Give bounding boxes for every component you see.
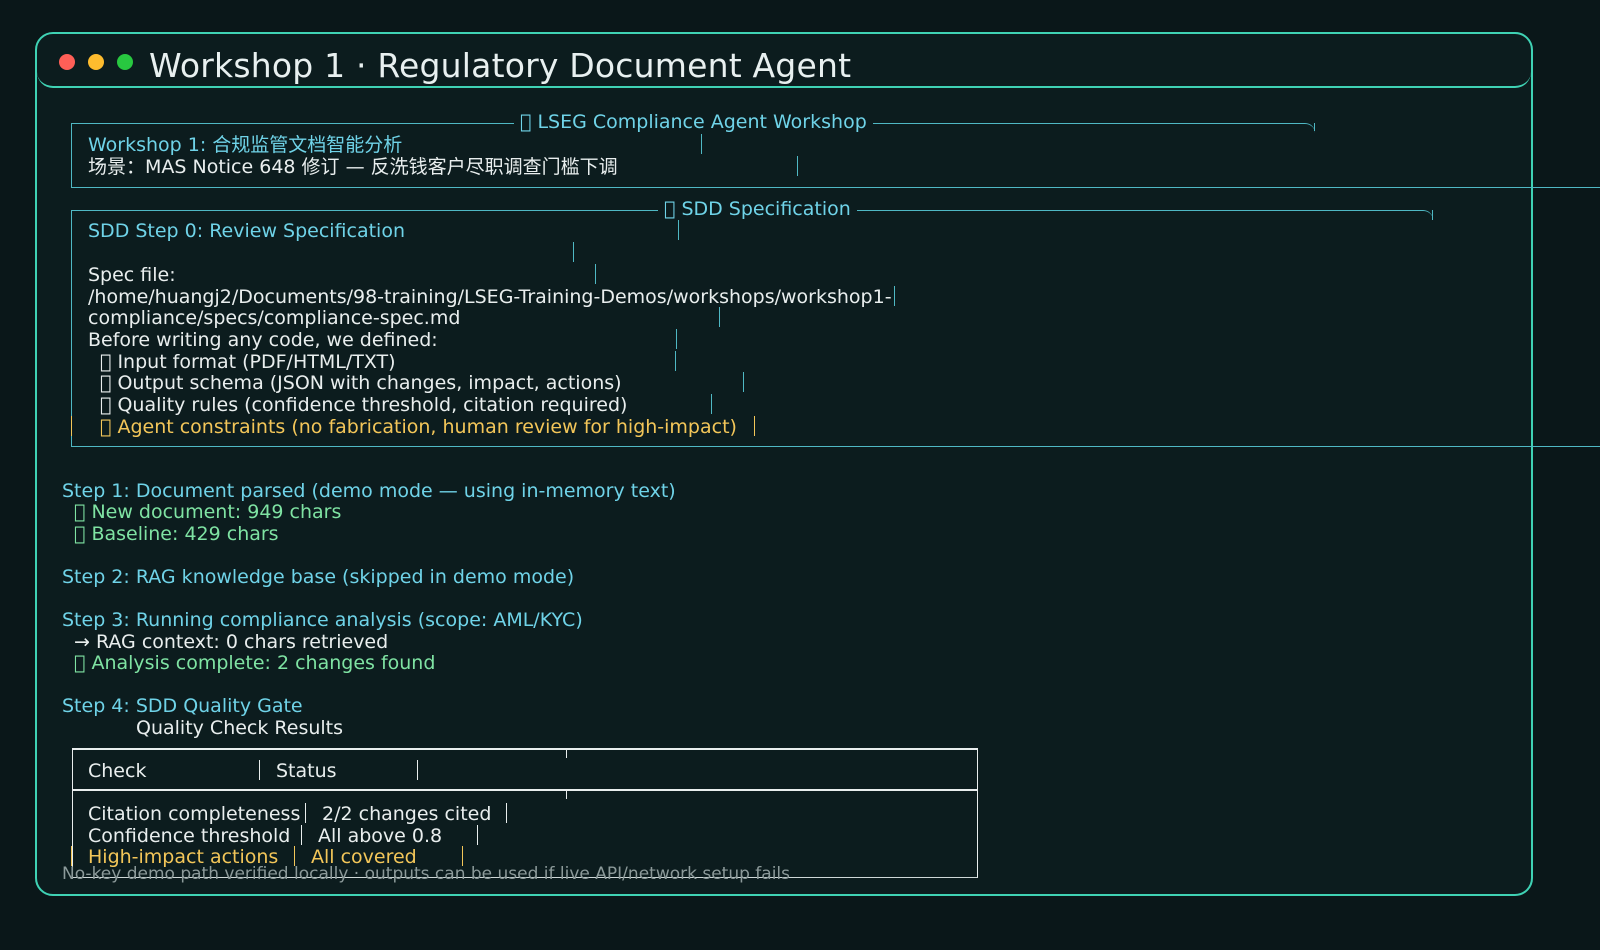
step3-heading: Step 3: Running compliance analysis (sco… [62,609,583,631]
spec-item-input-format:   Input format (PDF/HTML/TXT) [100,351,396,373]
window-titlebar: Workshop 1 · Regulatory Document Agent [37,34,1531,88]
step2-heading: Step 2: RAG knowledge base (skipped in d… [62,566,575,588]
workshop-heading: Workshop 1: 合规监管文档智能分析 [88,134,403,156]
footer-note: No-key demo path verified locally · outp… [62,864,791,884]
spec-file-path-cont: compliance/specs/compliance-spec.md [88,307,461,329]
spec-file-path: /home/huangj2/Documents/98-training/LSEG… [88,286,892,308]
table-header-check: Check [88,760,147,782]
quality-table-title: Quality Check Results [136,717,344,739]
close-window-button[interactable] [59,54,75,70]
table-row-check: Confidence threshold [88,825,291,847]
spec-item-quality-rules:   Quality rules (confidence threshold, c… [100,394,628,416]
spec-item-agent-constraints:   Agent constraints (no fabrication, hum… [100,416,737,438]
spec-file-label: Spec file: [88,264,176,286]
maximize-window-button[interactable] [117,54,133,70]
table-row-status: All above 0.8 [318,825,443,847]
step1-new-document:   New document: 949 chars [74,501,342,523]
step4-heading: Step 4: SDD Quality Gate [62,695,303,717]
workshop-panel-title:   LSEG Compliance Agent Workshop [514,111,873,133]
table-row-status: 2/2 changes cited [322,803,492,825]
step1-baseline:   Baseline: 429 chars [74,523,279,545]
window-title: Workshop 1 · Regulatory Document Agent [149,46,852,85]
scenario-line: 场景：MAS Notice 648 修订 — 反洗钱客户尽职调查门槛下调 [88,156,618,178]
spec-panel-title:   SDD Specification [658,198,857,220]
step3-analysis-complete:   Analysis complete: 2 changes found [74,652,436,674]
minimize-window-button[interactable] [88,54,104,70]
table-row-check: Citation completeness [88,803,301,825]
spec-intro: Before writing any code, we defined: [88,329,438,351]
spec-item-output-schema:   Output schema (JSON with changes, impa… [100,372,622,394]
step3-rag-context: → RAG context: 0 chars retrieved [74,631,389,653]
step1-heading: Step 1: Document parsed (demo mode — usi… [62,480,676,502]
spec-heading: SDD Step 0: Review Specification [88,220,406,242]
table-header-status: Status [276,760,337,782]
